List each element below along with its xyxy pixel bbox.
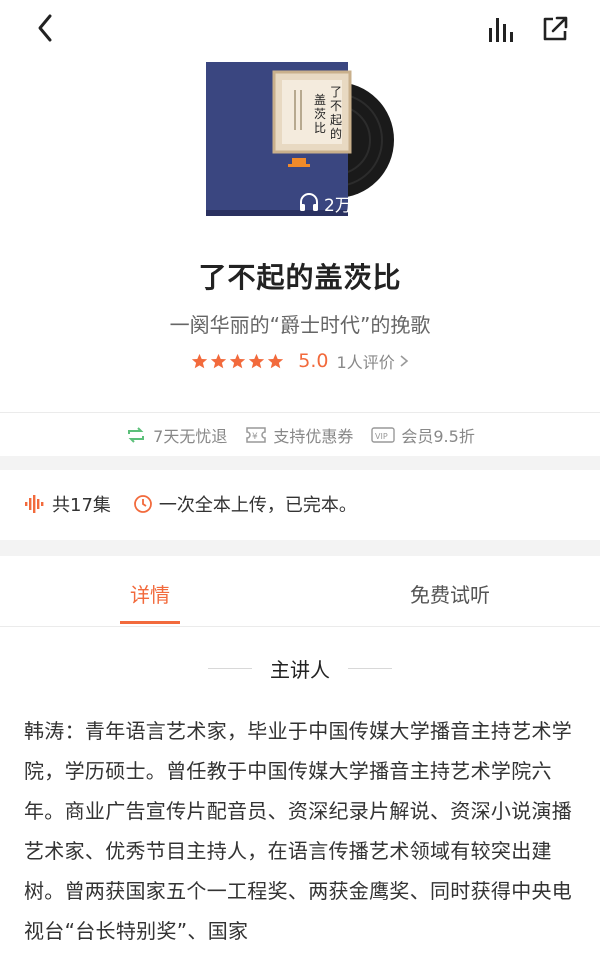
svg-text:的: 的 [330, 126, 342, 141]
album-subtitle: 一阕华丽的“爵士时代”的挽歌 [169, 313, 431, 337]
section-gap [0, 540, 600, 556]
star-icon [230, 353, 246, 368]
bar-chart-icon [489, 18, 513, 42]
svg-text:茨: 茨 [314, 107, 326, 121]
heading-line [208, 668, 252, 669]
tab-label: 免费试听 [410, 582, 490, 607]
share-button[interactable] [540, 14, 570, 44]
episodes-count: 共17集 [52, 495, 111, 516]
reviews-count: 1人评价 [336, 353, 395, 372]
waveform-icon [25, 495, 44, 513]
perk-refund: 7天无忧退 [125, 423, 227, 447]
top-bar [0, 0, 600, 60]
clock-icon [134, 495, 152, 513]
reviews-link[interactable]: 1人评价 [337, 349, 409, 373]
heading-line [348, 668, 392, 669]
share-icon [543, 16, 568, 41]
episodes-info: 共17集 [24, 491, 111, 517]
perk-label: 7天无忧退 [153, 427, 228, 446]
star-icon [249, 353, 265, 368]
perk-label: 支持优惠券 [273, 427, 354, 446]
rating-row: 5.0 1人评价 [0, 346, 600, 376]
svg-text:VIP: VIP [375, 432, 388, 441]
heading-text: 主讲人 [270, 658, 330, 682]
presenter-bio: 韩涛：青年语言艺术家，毕业于中国传媒大学播音主持艺术学院，学历硕士。曾任教于中国… [24, 719, 573, 943]
section-gap [0, 456, 600, 470]
section-heading: 主讲人 [0, 654, 600, 683]
star-icon [211, 353, 227, 368]
headphones-icon [300, 193, 318, 211]
back-button[interactable] [30, 12, 62, 44]
status-info: 一次全本上传，已完本。 [133, 491, 357, 517]
divider [0, 626, 600, 627]
vip-icon: VIP [371, 427, 396, 443]
svg-text:起: 起 [330, 113, 342, 127]
star-icon [192, 353, 208, 368]
chevron-right-icon [400, 355, 408, 367]
tab-details[interactable]: 详情 [0, 560, 300, 626]
star-icon [268, 353, 284, 368]
chevron-left-icon [38, 14, 52, 42]
svg-text:比: 比 [314, 121, 326, 135]
rating-score: 5.0 [298, 350, 329, 372]
svg-text:了: 了 [330, 85, 342, 99]
status-text: 一次全本上传，已完本。 [158, 495, 357, 516]
chart-button[interactable] [486, 14, 516, 44]
perks-row: 7天无忧退 ¥ 支持优惠券 VIP 会员9.5折 [0, 414, 600, 456]
refresh-icon [128, 427, 145, 443]
info-row: 共17集 一次全本上传，已完本。 [24, 486, 379, 522]
tab-label: 详情 [130, 582, 170, 607]
svg-text:盖: 盖 [314, 93, 326, 107]
perk-coupon: ¥ 支持优惠券 [245, 423, 353, 447]
divider [0, 412, 600, 413]
perk-label: 会员9.5折 [401, 427, 475, 446]
tab-free-trial[interactable]: 免费试听 [300, 560, 600, 626]
album-title: 了不起的盖茨比 [198, 261, 402, 294]
perk-vip: VIP 会员9.5折 [371, 423, 475, 447]
tab-bar: 详情 免费试听 [0, 560, 600, 626]
album-cover[interactable]: 了 不 起 的 盖 茨 比 2万 [204, 60, 400, 220]
coupon-icon: ¥ [246, 427, 267, 443]
rating-stars [191, 353, 284, 370]
svg-text:不: 不 [330, 99, 342, 113]
play-count: 2万 [324, 196, 352, 216]
svg-text:¥: ¥ [252, 432, 258, 442]
